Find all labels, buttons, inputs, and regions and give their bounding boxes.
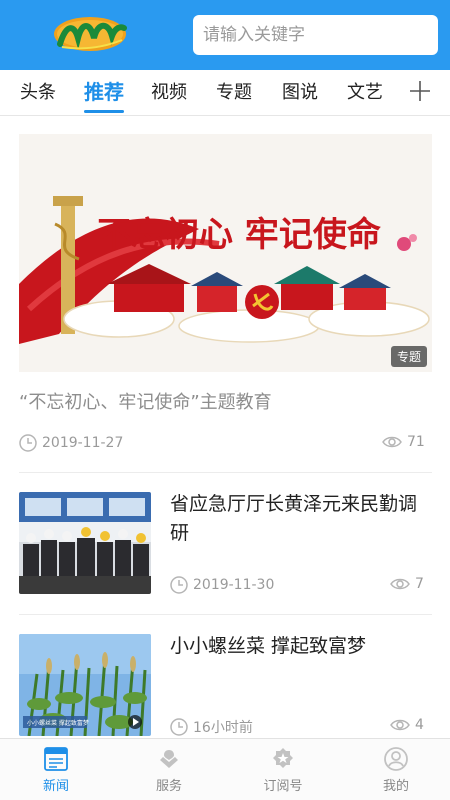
eye-icon (390, 719, 410, 731)
clock-icon (19, 434, 37, 452)
nav-news[interactable]: 新闻 (16, 739, 96, 800)
news-feed: 不忘初心 牢记使命 专题 “不忘初心、牢记使命”主题教育 2019-11-27 … (0, 116, 450, 738)
active-tab-indicator (84, 110, 124, 113)
nav-profile[interactable]: 我的 (356, 739, 436, 800)
nav-label: 服务 (155, 779, 182, 794)
top-header (0, 0, 450, 70)
add-channel-icon[interactable] (408, 79, 432, 103)
news-icon (44, 747, 68, 771)
article-title[interactable]: 小小螺丝菜 撑起致富梦 (170, 632, 435, 661)
divider (19, 614, 432, 615)
nav-label: 订阅号 (263, 779, 303, 794)
featured-views-meta: 71 (382, 434, 425, 450)
tab-recommended[interactable]: 推荐 (84, 76, 124, 105)
crop-field-photo: 小小螺丝菜 撑起致富梦 (19, 634, 151, 736)
article-thumbnail[interactable] (19, 492, 151, 594)
article-date-meta: 2019-11-30 (170, 576, 274, 594)
tab-topics[interactable]: 专题 (216, 78, 252, 104)
article-date: 2019-11-30 (193, 577, 275, 593)
article-thumbnail[interactable]: 小小螺丝菜 撑起致富梦 (19, 634, 151, 736)
featured-banner[interactable]: 不忘初心 牢记使命 专题 (19, 134, 432, 372)
article-date-meta: 16小时前 (170, 717, 253, 737)
nav-label: 新闻 (42, 779, 69, 794)
officials-photo (19, 492, 151, 594)
app-screen: 头条 推荐 视频 专题 图说 文艺 (0, 0, 450, 800)
featured-title[interactable]: “不忘初心、牢记使命”主题教育 (19, 388, 272, 414)
nav-subscribe[interactable]: 订阅号 (243, 739, 323, 800)
tab-picture-stories[interactable]: 图说 (282, 78, 318, 104)
service-icon (160, 750, 178, 768)
eye-icon (390, 578, 410, 590)
article-views: 4 (415, 717, 424, 733)
nav-service[interactable]: 服务 (129, 739, 209, 800)
tab-video[interactable]: 视频 (151, 78, 187, 104)
clock-icon (170, 576, 188, 594)
eye-icon (382, 436, 402, 448)
banner-illustration: 不忘初心 牢记使命 (19, 134, 432, 372)
thumb-caption: 小小螺丝菜 撑起致富梦 (27, 719, 89, 727)
tab-culture[interactable]: 文艺 (347, 78, 383, 104)
subscribe-icon (273, 748, 293, 768)
topic-badge: 专题 (390, 346, 427, 367)
featured-date-meta: 2019-11-27 (19, 434, 123, 452)
nav-label: 我的 (382, 779, 409, 794)
article-title[interactable]: 省应急厅厅长黄泽元来民勤调研 (170, 490, 435, 548)
featured-date: 2019-11-27 (42, 435, 124, 451)
category-tabs: 头条 推荐 视频 专题 图说 文艺 (0, 70, 450, 116)
tab-headlines[interactable]: 头条 (20, 78, 56, 104)
featured-views: 71 (407, 434, 425, 450)
banner-slogan: 不忘初心 牢记使命 (97, 215, 381, 255)
article-views-meta: 4 (390, 717, 424, 733)
article-views: 7 (415, 576, 424, 592)
article-views-meta: 7 (390, 576, 424, 592)
search-input[interactable] (203, 25, 438, 45)
bottom-navigation: 新闻 服务 订阅号 我的 (0, 738, 450, 800)
clock-icon (170, 718, 188, 736)
app-logo (54, 17, 127, 51)
search-box[interactable] (193, 15, 438, 55)
profile-icon (384, 747, 408, 771)
article-date: 16小时前 (193, 720, 253, 736)
divider (19, 472, 432, 473)
